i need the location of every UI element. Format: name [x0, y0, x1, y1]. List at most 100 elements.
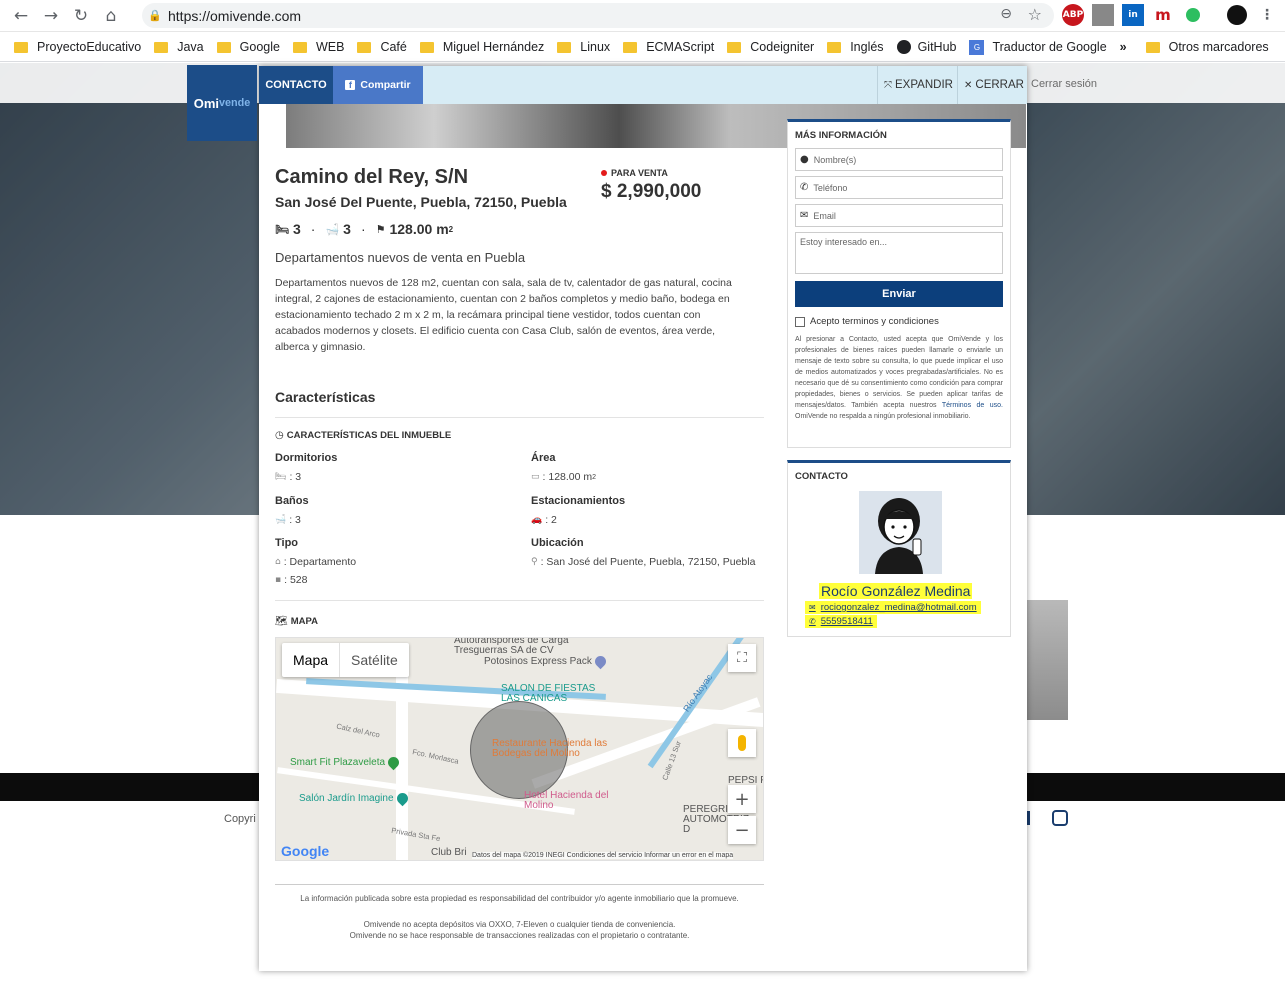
linkedin-icon[interactable]: in: [1122, 4, 1144, 26]
extensions: ABP in m ⋮: [1062, 4, 1278, 26]
phone-field[interactable]: ✆ Teléfono: [795, 176, 1003, 199]
google-logo: Google: [281, 843, 330, 859]
menu-icon[interactable]: ⋮: [1256, 4, 1278, 26]
map-icon: 🗺: [275, 616, 288, 627]
map-attribution[interactable]: Datos del mapa ©2019 INEGI Condiciones d…: [472, 852, 734, 859]
extension-icon[interactable]: [1092, 4, 1114, 26]
logout-link[interactable]: Cerrar sesión: [1031, 78, 1097, 90]
map-poi[interactable]: Restaurante Hacienda las Bodegas del Mol…: [492, 739, 612, 759]
map-poi[interactable]: Potosinos Express Pack: [484, 653, 609, 670]
forward-icon[interactable]: →: [36, 1, 66, 31]
features-subheading: ◷ CARACTERÍSTICAS DEL INMUEBLE: [275, 430, 452, 441]
map-type-map[interactable]: Mapa: [282, 643, 339, 677]
pin-icon: [394, 790, 410, 807]
envelope-icon: ✉: [809, 603, 816, 612]
street-label: Calz del Arco: [335, 721, 381, 740]
map-poi[interactable]: Hotel Hacienda del Molino: [524, 791, 614, 811]
car-icon: 🚗: [531, 515, 543, 525]
contact-tab[interactable]: CONTACTO: [259, 66, 333, 104]
bookmark-item[interactable]: Google: [216, 40, 280, 54]
map-poi[interactable]: Autotransportes de Carga Tresguerras SA …: [454, 638, 584, 656]
bookmark-other[interactable]: Otros marcadores: [1145, 40, 1269, 54]
lock-icon: 🔒: [148, 9, 162, 22]
site-logo[interactable]: Omi vende: [187, 65, 257, 141]
reload-icon[interactable]: ↻: [66, 1, 96, 31]
evernote-icon[interactable]: [1182, 4, 1204, 26]
map-poi[interactable]: Salón Jardín Imagine: [299, 790, 411, 807]
bookmark-translate[interactable]: G Traductor de Google: [969, 39, 1107, 55]
divider: [275, 884, 764, 885]
bookmark-item[interactable]: Java: [154, 40, 204, 54]
terms-checkbox[interactable]: Acepto terminos y condiciones: [795, 316, 1003, 327]
bookmark-item[interactable]: Inglés: [827, 40, 884, 54]
close-button[interactable]: ✕ CERRAR: [957, 66, 1027, 104]
bookmark-github[interactable]: GitHub: [896, 40, 956, 54]
expand-button[interactable]: ⤧ EXPANDIR: [877, 66, 957, 104]
location-icon: ⚲: [531, 557, 538, 567]
agent-email-link[interactable]: ✉ rociogonzalez_medina@hotmail.com: [805, 601, 981, 614]
folder-icon: [727, 41, 742, 53]
checkbox[interactable]: [795, 316, 805, 327]
feature-value: ▪: 528: [275, 574, 308, 586]
map-poi[interactable]: Club Bri: [431, 847, 467, 858]
feature-value: 🚗: 2: [531, 514, 557, 526]
folder-icon: [623, 41, 638, 53]
divider: [275, 600, 764, 601]
home-icon[interactable]: ⌂: [96, 1, 126, 31]
feature-label: Tipo: [275, 537, 299, 549]
flag-icon: ⚑: [375, 222, 386, 236]
bookmark-star-icon[interactable]: ☆: [1028, 5, 1042, 24]
pegman-icon[interactable]: [728, 729, 756, 757]
disclaimer-text: Omivende no acepta depósitos via OXXO, 7…: [363, 920, 676, 929]
share-button[interactable]: f Compartir: [333, 66, 423, 104]
mendeley-icon[interactable]: m: [1152, 4, 1174, 26]
profile-avatar[interactable]: [1226, 4, 1248, 26]
status-dot-icon: [601, 170, 607, 176]
feature-value: ⚲: San José del Puente, Puebla, 72150, P…: [531, 556, 756, 568]
agent-phone-link[interactable]: ✆ 5559518411: [805, 615, 877, 628]
bookmark-item[interactable]: Café: [357, 40, 407, 54]
map-poi[interactable]: SALON DE FIESTAS LAS CANICAS: [501, 684, 611, 704]
disclaimer-text: Omivende no se hace responsable de trans…: [349, 931, 690, 940]
pin-icon: [385, 754, 402, 771]
zoom-in-button[interactable]: +: [728, 785, 756, 813]
address-bar[interactable]: 🔒 https://omivende.com ⊖ ☆: [142, 3, 1054, 28]
bedrooms-count: 3: [292, 221, 301, 237]
fullscreen-icon[interactable]: ⛶: [728, 644, 756, 672]
bookmark-item[interactable]: ProyectoEducativo: [14, 40, 141, 54]
adblock-icon[interactable]: ABP: [1062, 4, 1084, 26]
name-field[interactable]: ● Nombre(s): [795, 148, 1003, 171]
bookmark-item[interactable]: Codeigniter: [727, 40, 814, 54]
folder-icon: [557, 41, 572, 53]
send-button[interactable]: Enviar: [795, 281, 1003, 307]
close-icon: ✕: [964, 79, 973, 91]
avatar: [859, 491, 942, 574]
instagram-icon[interactable]: [1052, 810, 1068, 826]
map-poi[interactable]: Smart Fit Plazaveleta: [290, 754, 402, 771]
bookmark-item[interactable]: ECMAScript: [623, 40, 714, 54]
feature-value: ▭: 128.00 m2: [531, 471, 597, 483]
folder-icon: [216, 41, 231, 53]
url-text: https://omivende.com: [168, 7, 302, 24]
translate-icon: G: [969, 39, 985, 55]
bookmark-item[interactable]: Linux: [557, 40, 610, 54]
copyright-text: Copyri: [224, 813, 256, 825]
map-type-satellite[interactable]: Satélite: [339, 643, 409, 677]
back-icon[interactable]: ←: [6, 1, 36, 31]
bed-icon: 🛏: [275, 472, 287, 482]
zoom-icon[interactable]: ⊖: [1000, 6, 1012, 22]
terms-link[interactable]: Términos de uso.: [942, 402, 1003, 409]
feature-label: Baños: [275, 495, 309, 507]
email-field[interactable]: ✉ Email: [795, 204, 1003, 227]
bookmarks-overflow[interactable]: »: [1120, 40, 1127, 54]
area-icon: ▭: [531, 472, 540, 482]
zoom-out-button[interactable]: −: [728, 816, 756, 844]
message-field[interactable]: Estoy interesado en...: [795, 232, 1003, 274]
expand-icon: ⤧: [884, 79, 892, 91]
map[interactable]: Calz del Arco Fco. Morlasca Privada Sta …: [275, 637, 764, 861]
disclaimer-text: La información publicada sobre esta prop…: [300, 894, 739, 903]
bookmark-item[interactable]: Miguel Hernández: [419, 40, 544, 54]
phone-icon: ✆: [809, 617, 816, 626]
bookmark-item[interactable]: WEB: [292, 40, 344, 54]
contact-title: CONTACTO: [795, 471, 848, 482]
